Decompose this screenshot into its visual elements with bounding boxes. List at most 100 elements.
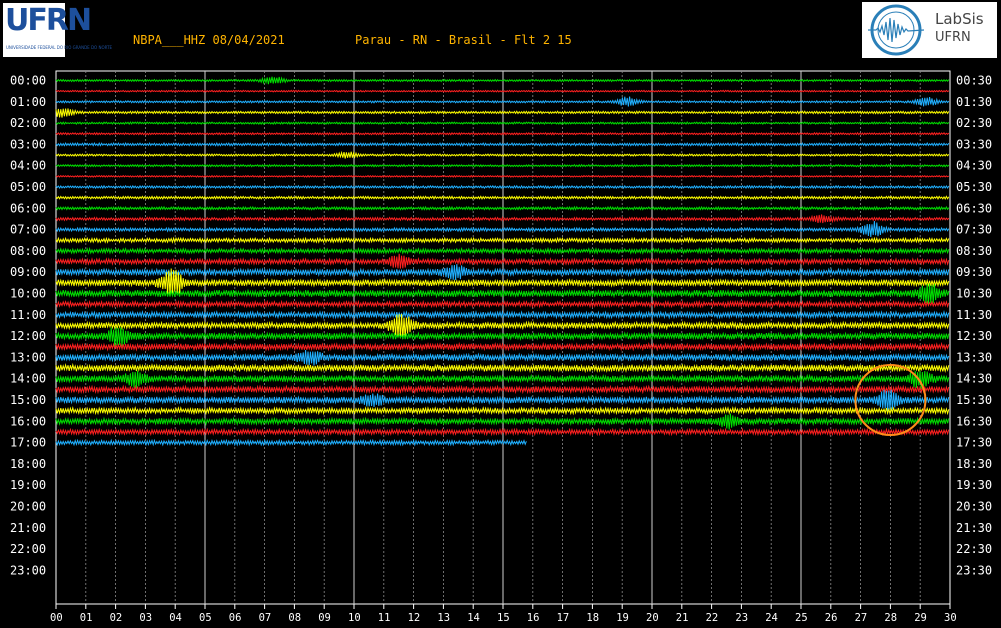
seismic-trace bbox=[55, 253, 950, 269]
x-tick-label: 20 bbox=[646, 612, 659, 624]
y-left-label: 04:00 bbox=[10, 159, 46, 173]
x-tick-label: 06 bbox=[229, 612, 242, 624]
ufrn-logo: UFRN UNIVERSIDADE FEDERAL DO RIO GRANDE … bbox=[3, 3, 112, 57]
y-left-label: 16:00 bbox=[10, 414, 46, 428]
x-tick-label: 26 bbox=[825, 612, 838, 624]
seismic-trace bbox=[55, 214, 950, 224]
x-tick-label: 13 bbox=[437, 612, 450, 624]
x-tick-label: 10 bbox=[348, 612, 361, 624]
seismic-trace bbox=[55, 413, 950, 430]
grid bbox=[55, 70, 951, 609]
y-left-label: 14:00 bbox=[10, 372, 46, 386]
seismic-trace bbox=[55, 163, 950, 168]
location-label: Parau - RN - Brasil - Flt 2 15 bbox=[355, 33, 572, 47]
x-tick-label: 28 bbox=[884, 612, 897, 624]
y-right-label: 02:30 bbox=[956, 116, 992, 130]
x-tick-label: 21 bbox=[676, 612, 689, 624]
seismic-trace bbox=[55, 174, 950, 178]
x-tick-label: 05 bbox=[199, 612, 212, 624]
seismic-trace bbox=[55, 108, 950, 118]
y-left-label: 20:00 bbox=[10, 500, 46, 514]
x-tick-label: 03 bbox=[139, 612, 152, 624]
ufrn-logo-text: UFRN bbox=[5, 3, 92, 38]
y-right-label: 03:30 bbox=[956, 137, 992, 151]
y-right-label: 18:30 bbox=[956, 457, 992, 471]
x-tick-label: 16 bbox=[527, 612, 540, 624]
seismic-trace bbox=[55, 299, 950, 309]
seismic-trace bbox=[55, 96, 950, 107]
x-tick-label: 17 bbox=[557, 612, 570, 624]
seismic-trace bbox=[55, 76, 950, 85]
seismic-trace bbox=[55, 341, 950, 352]
y-left-label: 01:00 bbox=[10, 95, 46, 109]
seismic-trace bbox=[55, 205, 950, 211]
y-left-label: 12:00 bbox=[10, 329, 46, 343]
y-left-label: 15:00 bbox=[10, 393, 46, 407]
y-left-label: 17:00 bbox=[10, 436, 46, 450]
y-left-label: 18:00 bbox=[10, 457, 46, 471]
x-tick-label: 08 bbox=[288, 612, 301, 624]
seismogram-globe-icon bbox=[868, 4, 925, 56]
seismic-trace bbox=[55, 370, 950, 390]
helicorder-plot: NBPA___HHZ 08/04/2021 Parau - RN - Brasi… bbox=[10, 33, 992, 624]
y-left-label: 02:00 bbox=[10, 116, 46, 130]
y-right-label: 23:30 bbox=[956, 563, 992, 577]
x-tick-label: 14 bbox=[467, 612, 480, 624]
y-left-label: 07:00 bbox=[10, 223, 46, 237]
y-right-label: 19:30 bbox=[956, 478, 992, 492]
y-right-label: 20:30 bbox=[956, 500, 992, 514]
y-right-label: 10:30 bbox=[956, 287, 992, 301]
y-right-label: 09:30 bbox=[956, 265, 992, 279]
x-tick-label: 27 bbox=[855, 612, 868, 624]
seismic-trace bbox=[55, 131, 950, 136]
y-right-label: 14:30 bbox=[956, 372, 992, 386]
labsis-title: LabSis bbox=[935, 10, 984, 28]
seismic-trace bbox=[55, 184, 950, 190]
seismic-trace bbox=[55, 438, 527, 447]
x-tick-label: 29 bbox=[914, 612, 927, 624]
x-tick-label: 04 bbox=[169, 612, 182, 624]
y-left-label: 08:00 bbox=[10, 244, 46, 258]
y-right-label: 05:30 bbox=[956, 180, 992, 194]
x-tick-label: 11 bbox=[378, 612, 391, 624]
x-tick-label: 12 bbox=[408, 612, 421, 624]
labsis-subtitle: UFRN bbox=[935, 30, 971, 45]
seismic-trace bbox=[55, 236, 950, 244]
seismic-trace bbox=[55, 246, 950, 255]
seismic-trace bbox=[55, 427, 950, 437]
y-left-label: 23:00 bbox=[10, 563, 46, 577]
seismic-trace bbox=[55, 349, 950, 366]
y-right-label: 06:30 bbox=[956, 201, 992, 215]
seismic-trace bbox=[55, 121, 950, 126]
seismic-trace bbox=[55, 195, 950, 201]
labsis-logo: LabSis UFRN bbox=[862, 2, 997, 58]
y-left-label: 19:00 bbox=[10, 478, 46, 492]
y-right-label: 01:30 bbox=[956, 95, 992, 109]
y-left-label: 13:00 bbox=[10, 350, 46, 364]
x-tick-label: 22 bbox=[706, 612, 719, 624]
y-right-label: 08:30 bbox=[956, 244, 992, 258]
x-tick-label: 00 bbox=[50, 612, 63, 624]
y-left-label: 10:00 bbox=[10, 287, 46, 301]
y-left-label: 21:00 bbox=[10, 521, 46, 535]
x-tick-label: 07 bbox=[259, 612, 272, 624]
y-right-label: 16:30 bbox=[956, 414, 992, 428]
x-tick-label: 02 bbox=[110, 612, 123, 624]
station-date-label: NBPA___HHZ 08/04/2021 bbox=[133, 33, 285, 47]
y-right-label: 15:30 bbox=[956, 393, 992, 407]
y-right-label: 04:30 bbox=[956, 159, 992, 173]
seismic-trace bbox=[55, 405, 950, 416]
y-left-label: 11:00 bbox=[10, 308, 46, 322]
x-tick-label: 15 bbox=[497, 612, 510, 624]
seismic-trace bbox=[55, 264, 950, 281]
x-tick-label: 09 bbox=[318, 612, 331, 624]
y-left-label: 00:00 bbox=[10, 74, 46, 88]
x-tick-label: 19 bbox=[616, 612, 629, 624]
y-right-label: 21:30 bbox=[956, 521, 992, 535]
y-left-label: 06:00 bbox=[10, 201, 46, 215]
seismic-trace bbox=[55, 221, 950, 237]
x-tick-label: 25 bbox=[795, 612, 808, 624]
y-left-label: 05:00 bbox=[10, 180, 46, 194]
seismic-trace bbox=[55, 150, 950, 159]
ufrn-logo-subtext: UNIVERSIDADE FEDERAL DO RIO GRANDE DO NO… bbox=[6, 45, 113, 50]
